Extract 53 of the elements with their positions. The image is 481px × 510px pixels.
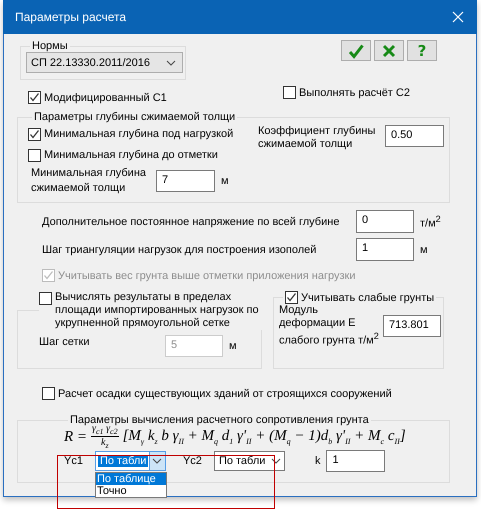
unit-label: т/м$^{2}$: [420, 214, 441, 230]
dropdown[interactable]: По табли: [214, 451, 285, 471]
field-label: k: [314, 455, 320, 467]
field-label: Шаг сетки: [39, 336, 91, 348]
chevron-icon: [152, 458, 162, 464]
unit-label: м: [221, 175, 229, 187]
norms-dropdown[interactable]: СП 22.13330.2011/2016: [26, 52, 183, 73]
chevron-icon: [270, 458, 281, 464]
checkbox[interactable]: [285, 291, 298, 304]
ok-button[interactable]: [341, 40, 371, 61]
field-label: Коэффициент глубины сжимаемой толщи: [258, 125, 376, 151]
field-label: Дополнительное постоянное напряжение по всей глубине: [42, 216, 340, 228]
field-label: Шаг триангуляции нагрузок для построения изополей: [42, 244, 318, 256]
chevron-icon: [166, 60, 176, 66]
input-field[interactable]: 0: [356, 210, 414, 233]
field-label: Минимальная глубина сжимаемой толщи: [31, 166, 148, 196]
checkbox[interactable]: [28, 91, 41, 104]
checkbox[interactable]: [283, 86, 296, 99]
unit-label: м: [420, 244, 428, 256]
group-label: Параметры глубины сжимаемой толщи: [33, 111, 236, 123]
checkbox-label: Вычислять результаты в пределах площади импортированных нагрузок по укрупненной прямоугольной сетке: [55, 291, 260, 330]
close-icon: [452, 11, 464, 23]
check-icon: [286, 292, 297, 303]
input-field[interactable]: 1: [356, 238, 414, 261]
checkbox-label: Модифицированный С1: [44, 92, 167, 104]
field-label: Yc2: [182, 455, 202, 467]
checkbox[interactable]: [42, 387, 55, 400]
checkbox[interactable]: [28, 148, 41, 162]
checkbox-label: Расчет осадки существующих зданий от строящихся сооружений: [58, 388, 392, 400]
check-icon: [29, 92, 40, 103]
checkbox[interactable]: [28, 128, 41, 140]
field-label: Yc1: [64, 455, 83, 467]
check-icon: [29, 128, 40, 140]
checkbox-label: Учитывать слабые грунты: [301, 292, 434, 304]
dropdown-option[interactable]: Точно: [96, 485, 166, 497]
checkbox[interactable]: [39, 292, 52, 305]
check-icon: [348, 42, 364, 58]
window-title: Параметры расчета: [15, 10, 126, 24]
group-label: Нормы: [31, 40, 69, 52]
input-field[interactable]: 713.801: [383, 314, 441, 337]
field-label: Модуль деформации Е слабого грунта т/м$^{2}$: [279, 304, 379, 348]
dropdown-option[interactable]: По таблице: [96, 473, 166, 485]
input-field[interactable]: 0.50: [385, 125, 444, 147]
checkbox-label: Минимальная глубина до отметки: [44, 149, 218, 161]
input-field[interactable]: 7: [156, 170, 215, 192]
cancel-button[interactable]: [374, 40, 404, 61]
input-field[interactable]: 1: [326, 450, 386, 472]
group-label: Параметры вычисления расчетного сопротивления грунта: [69, 414, 370, 426]
checkbox-label: Выполнять расчёт С2: [299, 86, 410, 98]
unit-label: м: [229, 340, 237, 352]
checkbox-label: Минимальная глубина под нагрузкой: [44, 128, 234, 140]
checkbox-label: Учитывать вес грунта выше отметки приложения нагрузки: [58, 270, 356, 282]
cross-icon: [382, 44, 396, 58]
